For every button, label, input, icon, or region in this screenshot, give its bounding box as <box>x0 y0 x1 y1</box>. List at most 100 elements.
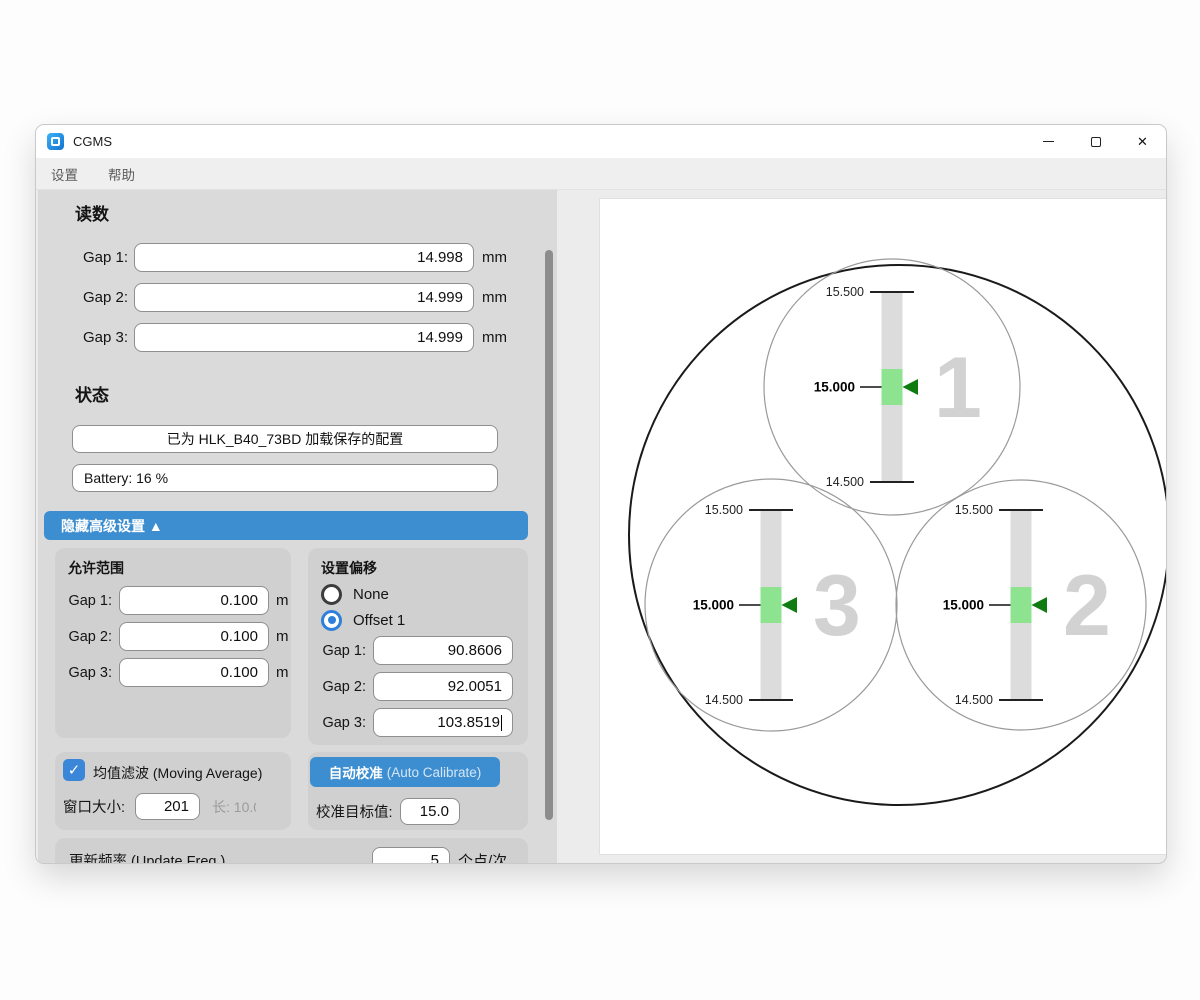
panel-scrollbar-thumb[interactable] <box>545 250 553 820</box>
menu-settings[interactable]: 设置 <box>36 158 93 189</box>
close-icon: ✕ <box>1137 135 1148 148</box>
allowed-range-group: 允许范围 Gap 1: 0.100 mm Gap 2: 0.100 mm Gap… <box>55 548 291 738</box>
offset-gap3-label: Gap 3: <box>316 715 366 731</box>
gauge-3-scale-bottom: 14.500 <box>705 693 743 707</box>
window-size-row: 窗口大小: 201 长: 10.05 <box>63 792 256 821</box>
app-window: CGMS ✕ 设置 帮助 读数 Gap 1: 14.998 mm <box>36 125 1166 863</box>
window-title: CGMS <box>73 134 112 149</box>
radio-none-label: None <box>353 586 389 603</box>
offset-gap1-label: Gap 1: <box>316 643 366 659</box>
battery-status-box: Battery: 16 % <box>72 464 498 492</box>
readings-heading: 读数 <box>75 200 109 225</box>
update-frequency-input[interactable]: 5 <box>372 847 450 863</box>
range-gap2-unit: mm <box>276 628 289 645</box>
window-controls: ✕ <box>1025 125 1166 158</box>
menu-bar: 设置 帮助 <box>36 158 1166 190</box>
gauge-1: 15.500 15.000 14.500 1 <box>814 285 982 489</box>
reading-row-gap1: Gap 1: 14.998 mm <box>60 242 507 272</box>
moving-average-checkbox[interactable]: ✓ <box>63 759 85 781</box>
offset-row-gap2: Gap 2: 92.0051 <box>316 672 513 701</box>
control-panel: 读数 Gap 1: 14.998 mm Gap 2: 14.999 mm Gap… <box>38 190 557 863</box>
auto-calibrate-label-cn: 自动校准 <box>329 762 383 782</box>
gauge-3: 15.500 15.000 14.500 3 <box>693 503 861 707</box>
hide-advanced-button[interactable]: 隐藏高级设置 ▲ <box>44 511 528 540</box>
range-row-gap3: Gap 3: 0.100 mm <box>65 658 289 687</box>
gauge-1-scale-bottom: 14.500 <box>826 475 864 489</box>
allowed-range-title: 允许范围 <box>68 558 124 578</box>
gauge-3-pointer-icon <box>782 597 798 613</box>
gap3-reading-field: 14.999 <box>134 323 474 352</box>
range-gap2-input[interactable]: 0.100 <box>119 622 269 651</box>
minimize-button[interactable] <box>1025 125 1072 158</box>
range-row-gap1: Gap 1: 0.100 mm <box>65 586 289 615</box>
update-frequency-unit: 个点/次 <box>458 850 507 863</box>
range-gap1-unit: mm <box>276 592 289 609</box>
gauge-2-value: 15.000 <box>943 598 984 613</box>
title-bar: CGMS ✕ <box>36 125 1166 158</box>
gauge-3-number: 3 <box>813 558 861 654</box>
calibration-target-label: 校准目标值: <box>316 801 400 822</box>
gauge-1-value: 15.000 <box>814 380 855 395</box>
reading-row-gap2: Gap 2: 14.999 mm <box>60 282 507 312</box>
gap2-label: Gap 2: <box>60 289 128 306</box>
window-size-input[interactable]: 201 <box>135 793 200 820</box>
gap2-reading-field: 14.999 <box>134 283 474 312</box>
offset-gap2-input[interactable]: 92.0051 <box>373 672 513 701</box>
menu-help[interactable]: 帮助 <box>93 158 150 189</box>
auto-calibrate-button[interactable]: 自动校准 (Auto Calibrate) <box>310 757 500 787</box>
window-duration-text: 长: 10.05 <box>212 797 256 817</box>
gap1-label: Gap 1: <box>60 249 128 266</box>
desktop: CGMS ✕ 设置 帮助 读数 Gap 1: 14.998 mm <box>0 0 1200 1000</box>
range-gap3-input[interactable]: 0.100 <box>119 658 269 687</box>
gauge-canvas: 15.500 15.000 14.500 1 15.500 <box>600 199 1166 856</box>
auto-calibrate-label-en: (Auto Calibrate) <box>387 765 482 780</box>
moving-average-label: 均值滤波 (Moving Average) <box>93 763 262 783</box>
reading-row-gap3: Gap 3: 14.999 mm <box>60 322 507 352</box>
offset-gap1-input[interactable]: 90.8606 <box>373 636 513 665</box>
gauge-2-tolerance-band <box>1011 587 1032 623</box>
gauge-visualization-panel: 15.500 15.000 14.500 1 15.500 <box>599 198 1166 855</box>
calibration-group: 自动校准 (Auto Calibrate) 校准目标值: 15.0 <box>308 752 528 830</box>
radio-none-icon <box>321 584 342 605</box>
gap1-unit: mm <box>482 249 507 266</box>
gap3-label: Gap 3: <box>60 329 128 346</box>
minimize-icon <box>1043 141 1054 142</box>
offset-gap3-input[interactable]: 103.8519 <box>373 708 513 737</box>
range-row-gap2: Gap 2: 0.100 mm <box>65 622 289 651</box>
gauge-1-scale-top: 15.500 <box>826 285 864 299</box>
close-button[interactable]: ✕ <box>1119 125 1166 158</box>
range-gap3-label: Gap 3: <box>65 665 112 681</box>
range-gap2-label: Gap 2: <box>65 629 112 645</box>
offset-row-gap1: Gap 1: 90.8606 <box>316 636 513 665</box>
offsets-title: 设置偏移 <box>321 558 377 578</box>
radio-offset1-icon <box>321 610 342 631</box>
range-gap1-input[interactable]: 0.100 <box>119 586 269 615</box>
gap2-unit: mm <box>482 289 507 306</box>
gauge-1-tolerance-band <box>882 369 903 405</box>
offset-1-option[interactable]: Offset 1 <box>321 609 405 631</box>
offsets-group: 设置偏移 None Offset 1 Gap 1: 90.8606 Gap <box>308 548 528 745</box>
status-heading: 状态 <box>75 381 109 406</box>
offset-gap2-label: Gap 2: <box>316 679 366 695</box>
window-size-label: 窗口大小: <box>63 796 135 817</box>
offset-row-gap3: Gap 3: 103.8519 <box>316 708 513 737</box>
gauge-2-scale-bottom: 14.500 <box>955 693 993 707</box>
range-gap3-unit: mm <box>276 664 289 681</box>
update-frequency-label: 更新频率 (Update Freq.) <box>69 850 279 863</box>
maximize-button[interactable] <box>1072 125 1119 158</box>
calibration-target-input[interactable]: 15.0 <box>400 798 460 825</box>
maximize-icon <box>1091 137 1101 147</box>
gauge-2-number: 2 <box>1063 558 1111 654</box>
gap1-reading-field: 14.998 <box>134 243 474 272</box>
gauge-3-scale-top: 15.500 <box>705 503 743 517</box>
radio-offset1-label: Offset 1 <box>353 612 405 629</box>
update-frequency-group: 更新频率 (Update Freq.) 5 个点/次 <box>55 838 528 863</box>
gauge-2: 15.500 15.000 14.500 2 <box>943 503 1111 707</box>
gap3-unit: mm <box>482 329 507 346</box>
moving-average-group: ✓ 均值滤波 (Moving Average) 窗口大小: 201 长: 10.… <box>55 752 291 830</box>
gauge-3-value: 15.000 <box>693 598 734 613</box>
gauge-2-scale-top: 15.500 <box>955 503 993 517</box>
gauge-1-number: 1 <box>934 340 982 436</box>
offset-none-option[interactable]: None <box>321 583 389 605</box>
range-gap1-label: Gap 1: <box>65 593 112 609</box>
